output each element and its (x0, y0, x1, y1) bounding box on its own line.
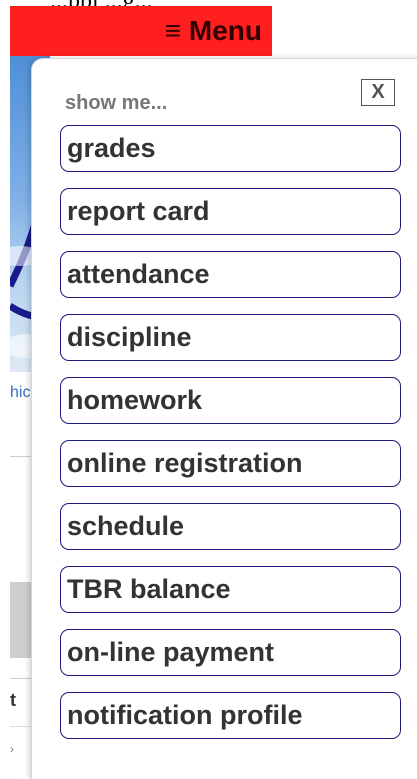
background-text-fragment: t (10, 690, 16, 710)
close-button[interactable]: X (361, 79, 395, 106)
menu-item-grades[interactable]: grades (60, 125, 401, 172)
menu-button[interactable]: ≡ Menu (10, 6, 272, 56)
menu-item-online-payment[interactable]: on-line payment (60, 629, 401, 676)
menu-item-tbr-balance[interactable]: TBR balance (60, 566, 401, 613)
background-link-fragment[interactable]: hic (10, 384, 30, 402)
menu-item-report-card[interactable]: report card (60, 188, 401, 235)
menu-item-attendance[interactable]: attendance (60, 251, 401, 298)
menu-item-online-registration[interactable]: online registration (60, 440, 401, 487)
show-me-menu-panel: show me... X grades report card attendan… (31, 58, 417, 779)
menu-item-homework[interactable]: homework (60, 377, 401, 424)
menu-button-label: ≡ Menu (164, 15, 262, 46)
menu-item-schedule[interactable]: schedule (60, 503, 401, 550)
chevron-right-icon: › (10, 742, 14, 756)
menu-item-discipline[interactable]: discipline (60, 314, 401, 361)
menu-item-notification-profile[interactable]: notification profile (60, 692, 401, 739)
panel-title: show me... (65, 92, 168, 114)
